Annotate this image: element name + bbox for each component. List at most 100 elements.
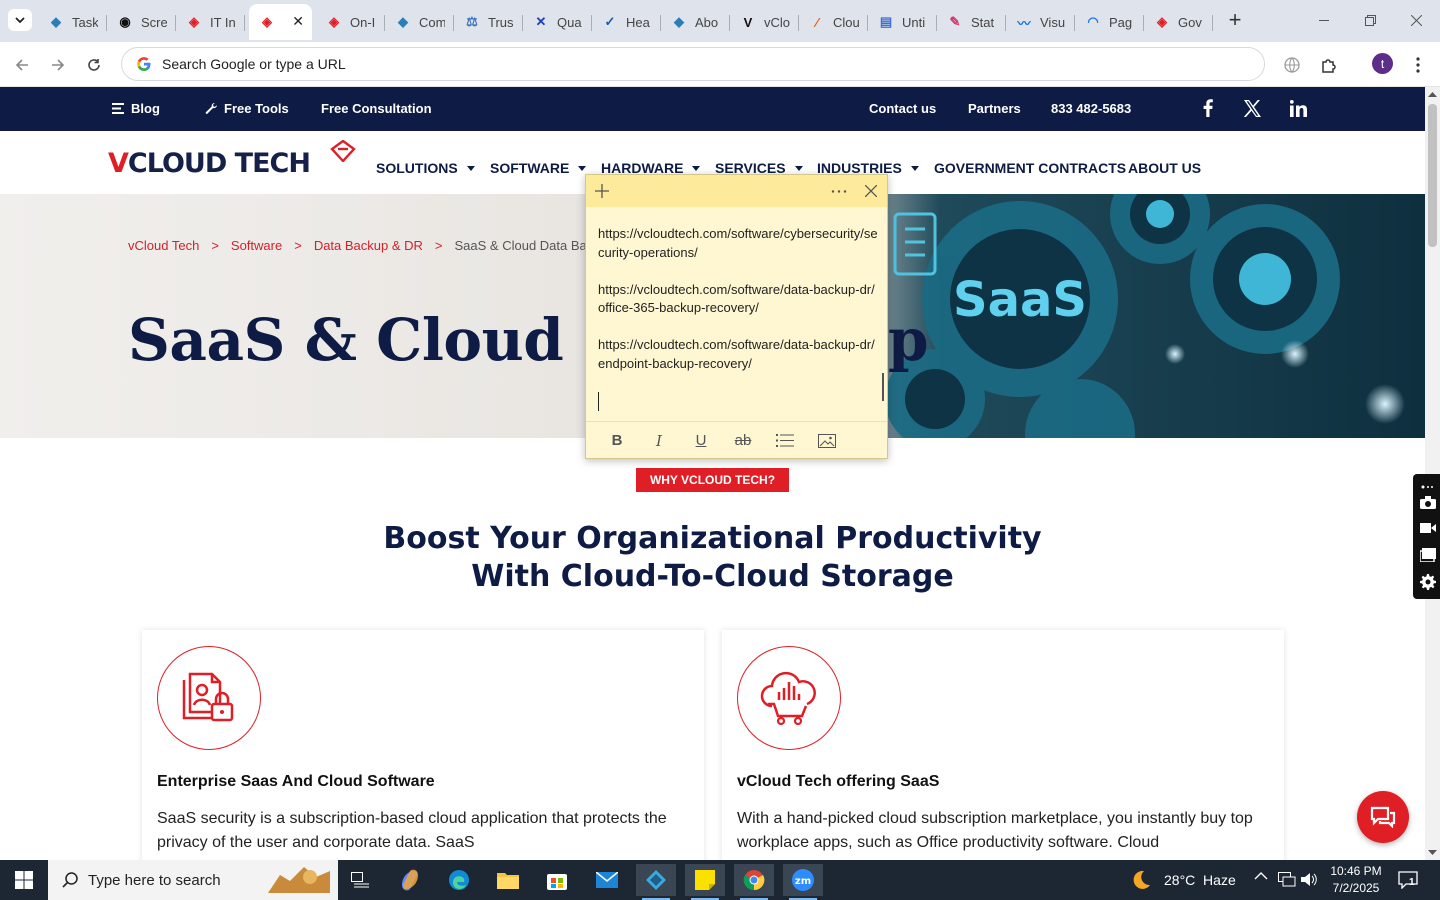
search-highlight-icon — [268, 867, 330, 893]
italic-button[interactable]: I — [638, 426, 680, 456]
close-window-button[interactable] — [1396, 6, 1436, 34]
settings-gear-icon[interactable] — [1420, 574, 1436, 590]
pen-tool-icon[interactable] — [1420, 479, 1436, 495]
menu-lines-icon — [112, 103, 124, 114]
insert-image-button[interactable] — [806, 426, 848, 456]
notification-button[interactable]: 1 — [1398, 871, 1418, 889]
windows-logo-icon — [15, 871, 33, 889]
strikethrough-button[interactable]: ab — [722, 426, 764, 456]
tab-title: vClo — [764, 14, 790, 30]
network-icon[interactable] — [1278, 872, 1296, 887]
caret-down-icon — [466, 165, 475, 171]
tray-overflow-icon[interactable] — [1254, 872, 1268, 880]
back-button[interactable] — [9, 52, 35, 78]
browser-tab[interactable]: ▤ Unti — [868, 6, 937, 38]
breadcrumb-software[interactable]: Software — [231, 238, 282, 253]
profile-avatar[interactable]: t — [1372, 53, 1393, 74]
tab-title: Task — [72, 14, 98, 30]
extensions-button[interactable] — [1316, 52, 1342, 78]
browser-tab[interactable]: ◈ Gov — [1144, 6, 1213, 38]
browser-tab-active[interactable]: ◈ ✕ — [249, 4, 312, 40]
free-tools-link[interactable]: Free Tools — [205, 101, 289, 116]
omnibox-input[interactable] — [162, 56, 1062, 72]
new-note-button[interactable] — [590, 179, 614, 203]
contact-us-link[interactable]: Contact us — [869, 101, 936, 116]
underline-button[interactable]: U — [680, 426, 722, 456]
taskbar-search-placeholder: Type here to search — [88, 871, 221, 889]
browser-tab[interactable]: ⁄ Clou — [799, 6, 868, 38]
store-app[interactable] — [537, 864, 577, 896]
file-explorer-app[interactable] — [488, 864, 528, 896]
phone-link[interactable]: 833 482-5683 — [1051, 101, 1131, 116]
mail-app[interactable] — [587, 864, 627, 896]
nav-solutions[interactable]: SOLUTIONS — [376, 160, 475, 176]
chat-button[interactable] — [1357, 791, 1409, 843]
bullet-list-button[interactable] — [764, 426, 806, 456]
browser-tab[interactable]: ✎ Stat — [937, 6, 1006, 38]
browser-tab[interactable]: ◠ Pag — [1075, 6, 1144, 38]
blog-link[interactable]: Blog — [112, 101, 160, 116]
close-note-button[interactable] — [859, 179, 883, 203]
tab-search-button[interactable] — [8, 9, 32, 31]
zoom-app[interactable]: zm — [783, 864, 823, 900]
browser-tab[interactable]: ◈ On-I — [316, 6, 385, 38]
browser-tab[interactable]: ◆ Abo — [661, 6, 730, 38]
forward-button[interactable] — [45, 52, 71, 78]
site-favicon-icon: ◆ — [51, 14, 61, 29]
browser-tab[interactable]: ◈ IT In — [176, 6, 245, 38]
bold-button[interactable]: B — [596, 426, 638, 456]
taskbar-clock[interactable]: 10:46 PM 7/2/2025 — [1326, 863, 1386, 897]
puzzle-icon — [1321, 58, 1336, 73]
sticky-note-header[interactable] — [586, 175, 887, 207]
browser-tab[interactable]: ⚖ Trus — [454, 6, 523, 38]
free-consultation-link[interactable]: Free Consultation — [321, 101, 432, 116]
reload-button[interactable] — [81, 52, 107, 78]
chrome-app[interactable] — [734, 864, 774, 900]
vcloud-tech-logo[interactable]: VCLOUD TECH — [108, 140, 358, 184]
logo-diamond-icon — [330, 140, 356, 162]
breadcrumb-home[interactable]: vCloud Tech — [128, 238, 199, 253]
minimize-button[interactable] — [1304, 6, 1344, 34]
browser-tab[interactable]: ✓ Hea — [592, 6, 661, 38]
facebook-icon[interactable] — [1198, 98, 1218, 118]
video-icon[interactable] — [1420, 520, 1436, 536]
translate-button[interactable] — [1279, 52, 1305, 78]
start-button[interactable] — [0, 860, 48, 900]
x-twitter-icon[interactable] — [1242, 98, 1262, 118]
note-menu-button[interactable] — [827, 179, 851, 203]
browser-menu-button[interactable] — [1405, 52, 1431, 78]
new-tab-button[interactable]: + — [1222, 7, 1248, 32]
screen-icon[interactable] — [1420, 547, 1436, 563]
linkedin-icon[interactable] — [1288, 98, 1308, 118]
card-icon-circle — [157, 646, 261, 750]
camera-icon[interactable] — [1420, 494, 1436, 510]
close-tab-icon[interactable]: ✕ — [292, 13, 304, 30]
browser-tab[interactable]: ◆ Task — [38, 6, 107, 38]
scrollbar-thumb[interactable] — [1428, 104, 1437, 247]
nav-government-contracts[interactable]: GOVERNMENT CONTRACTS — [934, 160, 1126, 176]
partners-link[interactable]: Partners — [968, 101, 1021, 116]
breadcrumb-backup[interactable]: Data Backup & DR — [314, 238, 423, 253]
restore-button[interactable] — [1350, 6, 1390, 34]
nav-software[interactable]: SOFTWARE — [490, 160, 587, 176]
vscode-app[interactable] — [636, 864, 676, 900]
sticky-note-scrollbar[interactable] — [882, 373, 884, 401]
sticky-notes-app[interactable] — [685, 864, 725, 900]
copilot-app[interactable] — [390, 864, 430, 896]
task-view-button[interactable] — [340, 864, 380, 896]
browser-tab[interactable]: 〰 Visu — [1006, 6, 1075, 38]
weather-text[interactable]: 28°C Haze — [1164, 872, 1236, 888]
sticky-note-window[interactable]: https://vcloudtech.com/software/cybersec… — [585, 174, 888, 459]
page-title-tail: p — [888, 306, 929, 374]
browser-tab[interactable]: VvClo — [730, 6, 799, 38]
browser-tab[interactable]: ✕ Qua — [523, 6, 592, 38]
browser-tab[interactable]: ◆ Com — [385, 6, 454, 38]
edge-app[interactable] — [439, 864, 479, 896]
nav-about-us[interactable]: ABOUT US — [1128, 160, 1201, 176]
taskbar-search[interactable]: Type here to search — [48, 860, 338, 900]
volume-icon[interactable] — [1301, 872, 1317, 887]
sticky-note-text-area[interactable]: https://vcloudtech.com/software/cybersec… — [598, 225, 878, 392]
browser-tab[interactable]: ◉ Scre — [107, 6, 176, 38]
address-bar[interactable] — [121, 47, 1265, 81]
breadcrumb-separator: > — [434, 238, 443, 253]
